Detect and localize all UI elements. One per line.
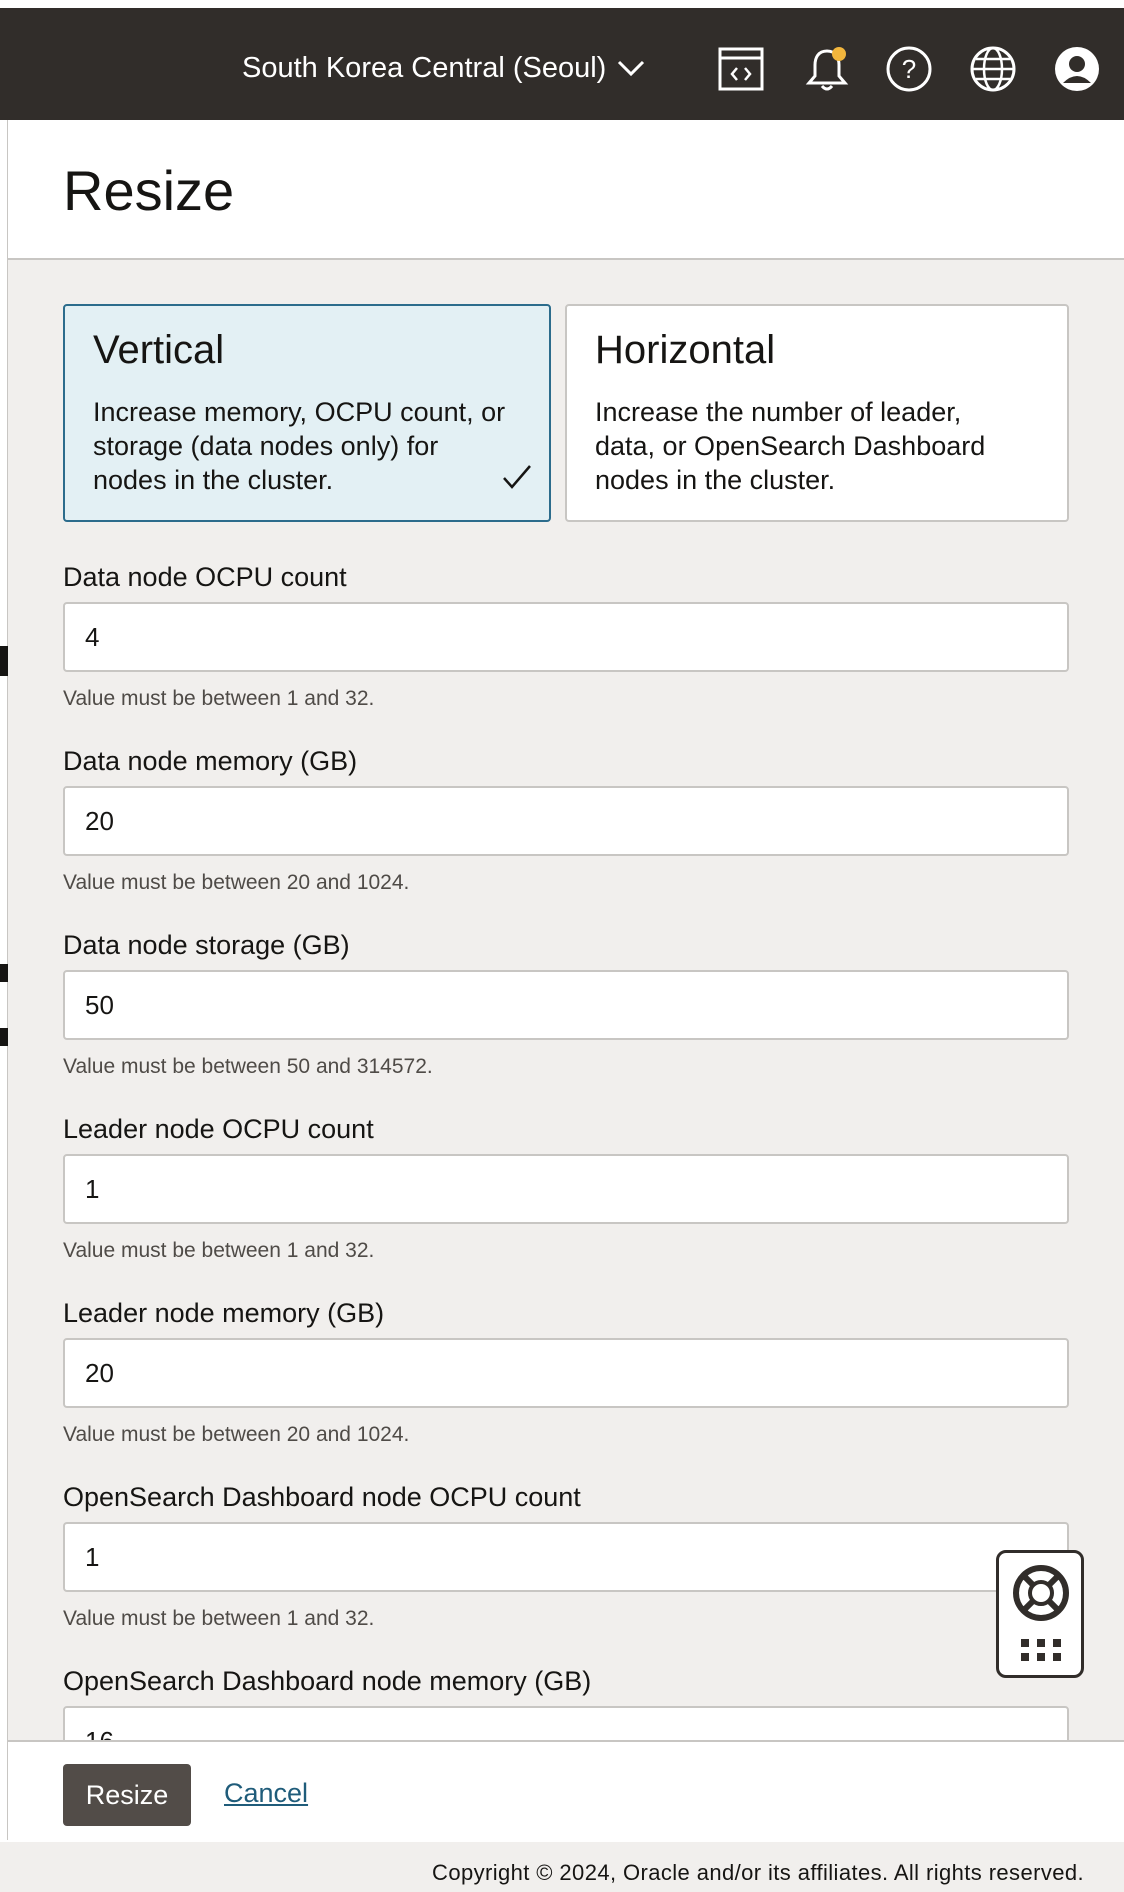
data-node-ocpu-input[interactable] — [63, 602, 1069, 672]
dashboard-node-ocpu-help: Value must be between 1 and 32. — [63, 1607, 375, 1630]
option-title: Vertical — [93, 328, 225, 372]
page-title: Resize — [63, 159, 235, 222]
region-label: South Korea Central (Seoul) — [242, 51, 607, 84]
data-node-memory-label: Data node memory (GB) — [63, 746, 358, 776]
background-fragment — [0, 964, 8, 982]
dashboard-node-memory-label: OpenSearch Dashboard node memory (GB) — [63, 1666, 592, 1696]
leader-node-ocpu-input[interactable] — [63, 1154, 1069, 1224]
option-title: Horizontal — [595, 328, 776, 372]
data-node-ocpu-label: Data node OCPU count — [63, 562, 347, 592]
panel-footer: Resize Cancel — [8, 1740, 1124, 1842]
data-node-memory-help: Value must be between 20 and 1024. — [63, 871, 410, 894]
data-node-storage-label: Data node storage (GB) — [63, 930, 350, 960]
leader-node-memory-input[interactable] — [63, 1338, 1069, 1408]
dashboard-node-ocpu-label: OpenSearch Dashboard node OCPU count — [63, 1482, 581, 1512]
globe-icon[interactable] — [969, 45, 1017, 93]
dashboard-node-ocpu-input[interactable] — [63, 1522, 1069, 1592]
svg-text:?: ? — [902, 54, 916, 84]
panel-header: Resize — [8, 120, 1124, 260]
data-node-ocpu-help: Value must be between 1 and 32. — [63, 687, 375, 710]
data-node-storage-help: Value must be between 50 and 314572. — [63, 1055, 433, 1078]
option-description: Increase the number of leader, data, or … — [595, 397, 986, 495]
user-avatar-icon[interactable] — [1053, 45, 1101, 93]
chevron-down-icon — [616, 58, 646, 78]
code-editor-icon[interactable] — [717, 45, 765, 93]
copyright-text: Copyright © 2024, Oracle and/or its affi… — [432, 1860, 1084, 1885]
region-selector[interactable]: South Korea Central (Seoul) — [242, 48, 646, 88]
help-icon[interactable]: ? — [885, 45, 933, 93]
leader-node-ocpu-help: Value must be between 1 and 32. — [63, 1239, 375, 1262]
data-node-memory-input[interactable] — [63, 786, 1069, 856]
help-widget-button[interactable] — [996, 1550, 1084, 1678]
lifebuoy-icon — [1011, 1563, 1071, 1628]
cancel-link[interactable]: Cancel — [224, 1778, 308, 1809]
grid-dots-icon — [1019, 1637, 1063, 1668]
top-navigation-bar: South Korea Central (Seoul) ? — [0, 8, 1124, 120]
vertical-option-card[interactable]: Vertical Increase memory, OCPU count, or… — [63, 304, 551, 522]
resize-button[interactable]: Resize — [63, 1764, 191, 1826]
bell-icon[interactable] — [803, 45, 851, 93]
horizontal-option-card[interactable]: Horizontal Increase the number of leader… — [565, 304, 1069, 522]
leader-node-ocpu-label: Leader node OCPU count — [63, 1114, 374, 1144]
leader-node-memory-help: Value must be between 20 and 1024. — [63, 1423, 410, 1446]
option-description: Increase memory, OCPU count, or storage … — [93, 397, 506, 495]
data-node-storage-input[interactable] — [63, 970, 1069, 1040]
background-fragment — [0, 646, 8, 676]
leader-node-memory-label: Leader node memory (GB) — [63, 1298, 385, 1328]
resize-panel: Resize Vertical Increase memory, OCPU co… — [8, 120, 1124, 1842]
checkmark-icon — [501, 463, 533, 496]
background-fragment — [0, 1028, 8, 1046]
resize-type-selector: Vertical Increase memory, OCPU count, or… — [63, 304, 1069, 522]
